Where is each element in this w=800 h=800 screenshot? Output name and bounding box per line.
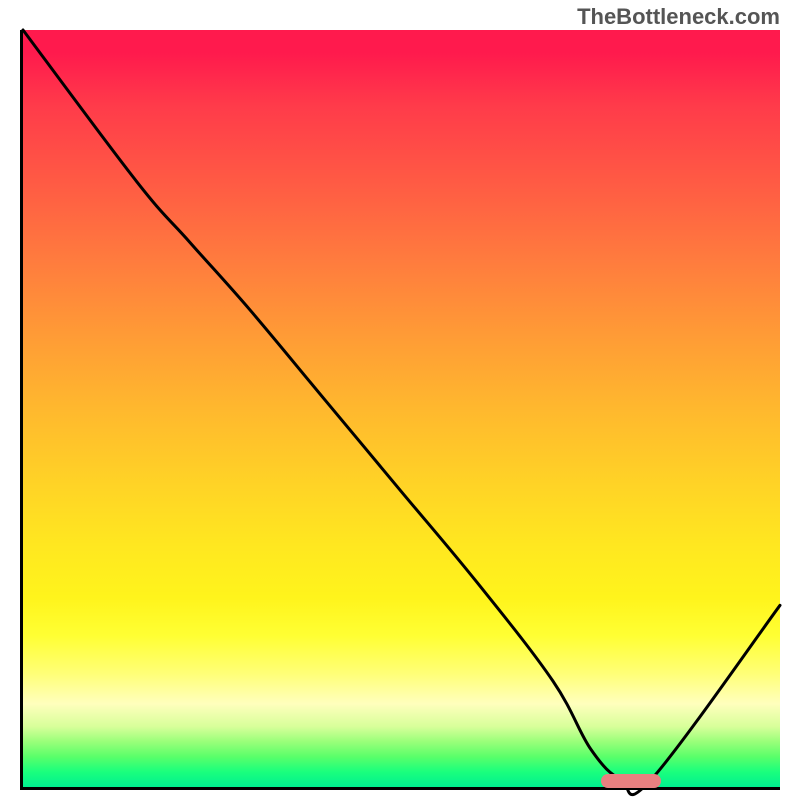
chart-plot-area xyxy=(20,30,780,790)
bottleneck-curve-line xyxy=(23,30,780,795)
watermark-text: TheBottleneck.com xyxy=(577,4,780,30)
chart-svg xyxy=(23,30,780,787)
optimal-range-marker xyxy=(601,774,662,788)
